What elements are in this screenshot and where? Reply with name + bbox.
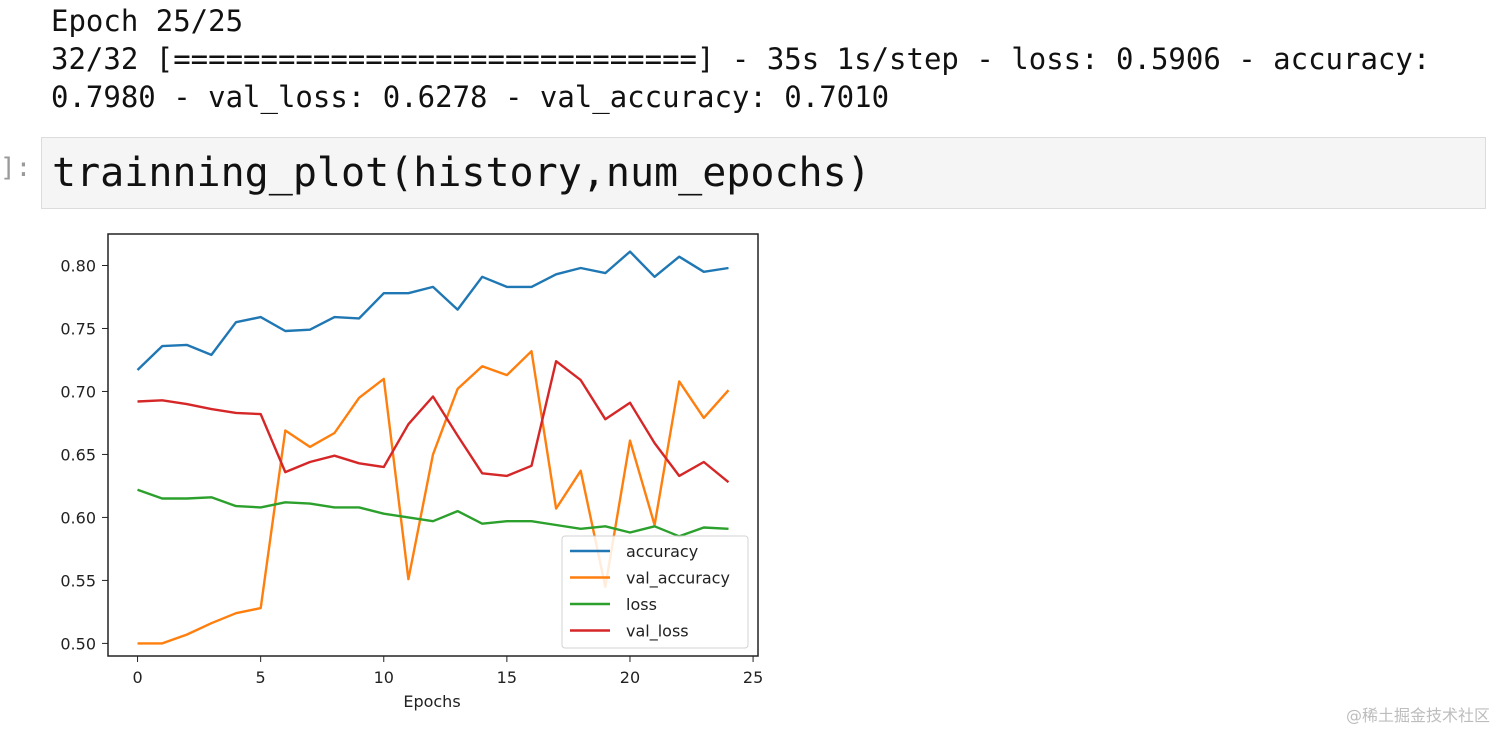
legend-label: val_accuracy xyxy=(626,569,730,589)
y-tick-label: 0.65 xyxy=(60,445,96,464)
x-tick-label: 15 xyxy=(497,668,517,687)
training-log-line: 0.7980 - val_loss: 0.6278 - val_accuracy… xyxy=(51,80,890,114)
y-tick-label: 0.60 xyxy=(60,508,96,527)
legend: accuracy val_accuracyloss val_loss xyxy=(561,535,749,649)
legend-label: val_loss xyxy=(626,622,689,642)
code-text[interactable]: trainning_plot(history,num_epochs) xyxy=(52,148,871,198)
y-tick-label: 0.80 xyxy=(60,256,96,275)
x-tick-label: 25 xyxy=(743,668,763,687)
watermark: @稀土掘金技术社区 xyxy=(1345,706,1490,725)
cell-prompt: ]: xyxy=(0,153,32,183)
x-tick-label: 10 xyxy=(374,668,394,687)
x-axis-label: Epochs xyxy=(403,692,460,711)
y-tick-label: 0.55 xyxy=(60,571,96,590)
y-tick-label: 0.75 xyxy=(60,319,96,338)
x-tick-label: 20 xyxy=(620,668,640,687)
x-tick-label: 5 xyxy=(256,668,266,687)
x-tick-label: 0 xyxy=(132,668,142,687)
training-log-line: Epoch 25/25 xyxy=(51,4,244,38)
legend-label: loss xyxy=(626,595,657,614)
training-plot: 0.500.550.600.650.700.750.80 0 5 10 15 20 25 … xyxy=(60,233,763,711)
y-tick-label: 0.50 xyxy=(60,634,96,653)
code-cell[interactable]: trainning_plot(history,num_epochs) xyxy=(41,137,1486,209)
y-tick-label: 0.70 xyxy=(60,382,96,401)
training-log-line: 32/32 [==============================] -… xyxy=(51,42,1431,76)
legend-label: accuracy xyxy=(626,542,698,561)
